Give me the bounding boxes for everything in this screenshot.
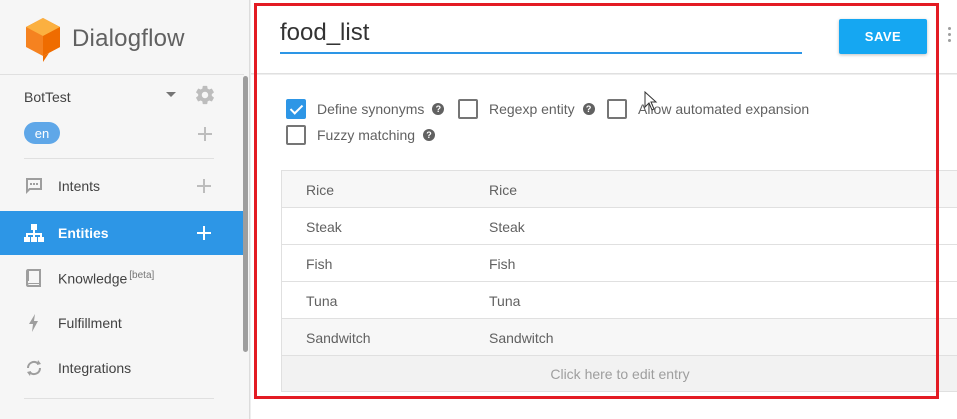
beta-badge: [beta] — [129, 270, 155, 281]
nav-divider — [24, 158, 214, 159]
add-entity-icon[interactable] — [197, 226, 211, 240]
define-synonyms-checkbox[interactable] — [286, 99, 306, 119]
sync-icon — [26, 360, 42, 376]
lightning-icon — [29, 314, 38, 332]
table-row[interactable]: Fish Fish — [281, 245, 957, 282]
automated-expansion-label: Allow automated expansion — [638, 101, 810, 117]
fuzzy-matching-checkbox[interactable] — [286, 125, 306, 145]
mouse-cursor-icon — [644, 91, 658, 111]
table-row[interactable]: Sandwitch Sandwitch — [281, 319, 957, 356]
book-icon — [26, 269, 41, 287]
sidebar-item-label: Entities — [58, 225, 109, 241]
entry-synonyms[interactable]: Fish — [489, 256, 515, 272]
sidebar-item-integrations[interactable]: Integrations — [0, 346, 244, 390]
main-panel: SAVE Define synonyms ? Regexp entity ? A… — [251, 0, 957, 419]
help-icon[interactable]: ? — [423, 129, 436, 141]
automated-expansion-checkbox[interactable] — [607, 99, 627, 119]
knowledge-label: Knowledge — [58, 270, 128, 287]
entry-value[interactable]: Steak — [306, 219, 342, 235]
entry-value[interactable]: Fish — [306, 256, 332, 272]
entry-value[interactable]: Tuna — [306, 293, 337, 309]
table-row[interactable]: Rice Rice — [281, 171, 957, 208]
dialogflow-logo-icon — [26, 18, 60, 62]
define-synonyms-option[interactable]: Define synonyms ? — [286, 98, 445, 120]
sidebar: Dialogflow BotTest en Intents Entities K… — [0, 0, 250, 419]
entry-synonyms[interactable]: Steak — [489, 219, 525, 235]
entry-value[interactable]: Sandwitch — [306, 330, 371, 346]
sidebar-item-fulfillment[interactable]: Fulfillment — [0, 301, 244, 345]
sidebar-item-label: Integrations — [58, 360, 132, 376]
regexp-entity-label: Regexp entity — [489, 101, 575, 117]
sidebar-item-knowledge[interactable]: Knowledge [beta] — [0, 256, 244, 300]
logo-divider — [0, 74, 244, 75]
logo-text: Dialogflow — [72, 25, 185, 52]
more-options-icon[interactable] — [948, 27, 954, 45]
caret-down-icon[interactable] — [166, 92, 176, 97]
language-row: en — [24, 122, 220, 146]
entries-table: Rice Rice Steak Steak Fish Fish Tuna Tun… — [281, 170, 957, 392]
table-row[interactable]: Tuna Tuna — [281, 282, 957, 319]
entity-header: SAVE — [251, 0, 957, 74]
dialogflow-app: Dialogflow BotTest en Intents Entities K… — [0, 0, 957, 419]
hierarchy-icon — [24, 224, 44, 242]
table-row[interactable]: Steak Steak — [281, 208, 957, 245]
fuzzy-matching-option[interactable]: Fuzzy matching ? — [286, 124, 436, 146]
gear-icon[interactable] — [194, 84, 216, 106]
entity-name-input[interactable] — [280, 18, 802, 54]
sidebar-item-entities[interactable]: Entities — [0, 211, 244, 255]
sidebar-item-label: Knowledge [beta] — [58, 270, 154, 287]
edit-entry-row[interactable]: Click here to edit entry — [281, 356, 957, 392]
fuzzy-matching-label: Fuzzy matching — [317, 127, 416, 143]
add-language-icon[interactable] — [198, 127, 212, 141]
agent-selector[interactable]: BotTest — [24, 84, 220, 108]
add-intent-icon[interactable] — [197, 179, 211, 193]
sidebar-item-intents[interactable]: Intents — [0, 164, 244, 208]
entry-synonyms[interactable]: Sandwitch — [489, 330, 554, 346]
entry-value[interactable]: Rice — [306, 182, 334, 198]
help-icon[interactable]: ? — [582, 103, 595, 115]
sidebar-item-label: Intents — [58, 178, 101, 194]
sidebar-scrollbar[interactable] — [243, 76, 248, 352]
entry-synonyms[interactable]: Rice — [489, 182, 517, 198]
language-badge[interactable]: en — [24, 122, 60, 144]
help-icon[interactable]: ? — [432, 103, 445, 115]
logo[interactable]: Dialogflow — [24, 14, 185, 64]
entity-content: Define synonyms ? Regexp entity ? Allow … — [251, 75, 957, 419]
automated-expansion-option[interactable]: Allow automated expansion — [607, 98, 809, 120]
define-synonyms-label: Define synonyms — [317, 101, 425, 117]
entry-synonyms[interactable]: Tuna — [489, 293, 520, 309]
nav-divider — [24, 398, 214, 399]
sidebar-item-label: Fulfillment — [58, 315, 122, 331]
regexp-entity-option[interactable]: Regexp entity ? — [458, 98, 595, 120]
agent-name: BotTest — [24, 89, 71, 105]
regexp-entity-checkbox[interactable] — [458, 99, 478, 119]
edit-entry-hint: Click here to edit entry — [550, 366, 690, 382]
chat-bubble-icon — [26, 178, 42, 194]
save-button[interactable]: SAVE — [839, 19, 927, 54]
